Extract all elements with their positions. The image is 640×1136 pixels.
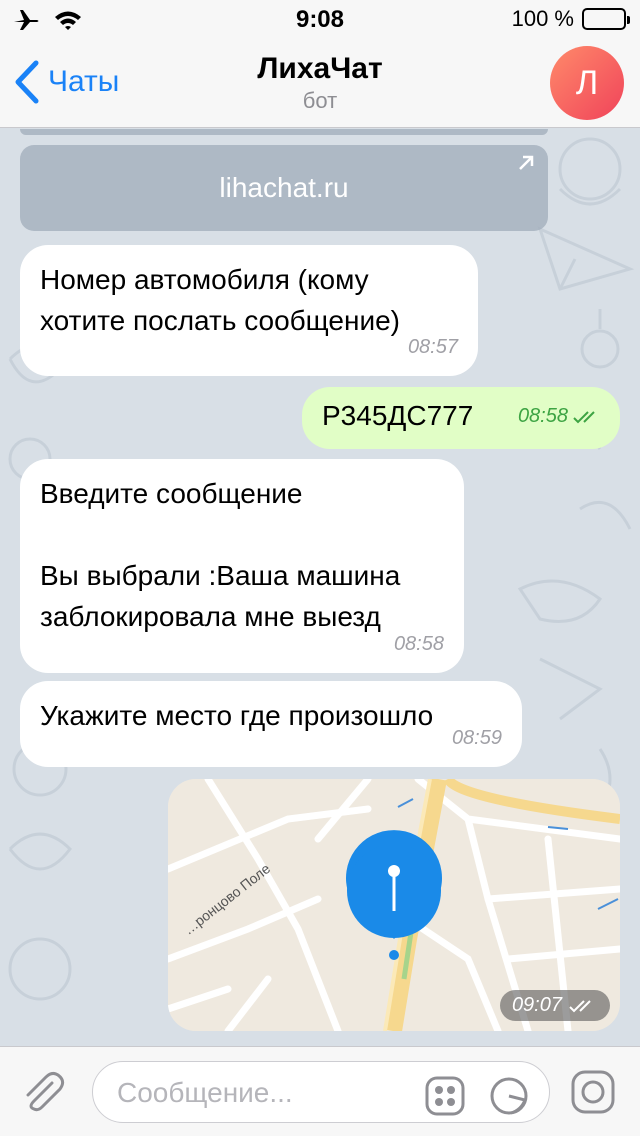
incoming-message[interactable]: Номер автомобиля (кому хотите послать со… — [20, 245, 478, 376]
message-time: 08:58 — [393, 633, 444, 655]
message-time: 08:58 — [517, 405, 568, 427]
chat-screen: 9:08 100 % Чаты ЛихаЧат бот Л lihachat.r… — [0, 0, 640, 1136]
battery-percent: 100 % — [511, 6, 574, 31]
open-link-icon — [519, 155, 534, 170]
message-text: Укажите место где произошло — [40, 700, 434, 731]
battery-indicator: 100 % — [511, 6, 630, 32]
navigation-bar: Чаты ЛихаЧат бот Л — [0, 40, 640, 128]
incoming-message[interactable]: Укажите место где произошло 08:59 — [20, 681, 522, 767]
battery-icon — [582, 8, 630, 30]
link-preview-text: lihachat.ru — [219, 172, 349, 203]
message-time: 09:07 — [511, 994, 562, 1016]
chat-title: ЛихаЧат — [257, 52, 383, 85]
avatar-letter: Л — [575, 63, 599, 102]
camera-icon[interactable] — [570, 1069, 616, 1115]
chat-area[interactable]: lihachat.ru Номер автомобиля (кому хотит… — [0, 129, 640, 1046]
link-preview-card[interactable]: lihachat.ru — [20, 145, 548, 231]
location-time-badge: 09:07 — [499, 990, 610, 1021]
location-message[interactable]: …ронцово Поле 09:07 — [168, 779, 620, 1031]
outgoing-message[interactable]: Р345ДС777 08:58 — [302, 387, 620, 449]
message-meta: 08:58 — [518, 396, 602, 437]
message-text-line1: Введите сообщение — [40, 478, 303, 509]
incoming-message[interactable]: Введите сообщение Вы выбрали :Ваша машин… — [20, 459, 464, 673]
sticker-icon[interactable] — [425, 1076, 465, 1116]
chat-header[interactable]: ЛихаЧат бот — [0, 52, 640, 114]
message-input[interactable] — [117, 1074, 417, 1112]
emoji-sticker-icon[interactable] — [489, 1076, 529, 1116]
status-bar: 9:08 100 % — [0, 0, 640, 40]
message-input-container — [92, 1061, 550, 1123]
chat-subtitle: бот — [302, 88, 338, 113]
message-time: 08:57 — [407, 336, 458, 358]
double-check-icon — [573, 410, 595, 423]
message-text: Номер автомобиля (кому хотите послать со… — [40, 264, 400, 336]
paperclip-icon[interactable] — [20, 1069, 66, 1115]
message-input-bar — [0, 1046, 640, 1136]
previous-message-edge — [20, 129, 548, 135]
double-check-icon — [569, 999, 591, 1012]
message-time: 08:59 — [451, 727, 502, 749]
message-text-line2: Вы выбрали :Ваша машина заблокировала мн… — [40, 560, 401, 632]
avatar[interactable]: Л — [550, 46, 624, 120]
